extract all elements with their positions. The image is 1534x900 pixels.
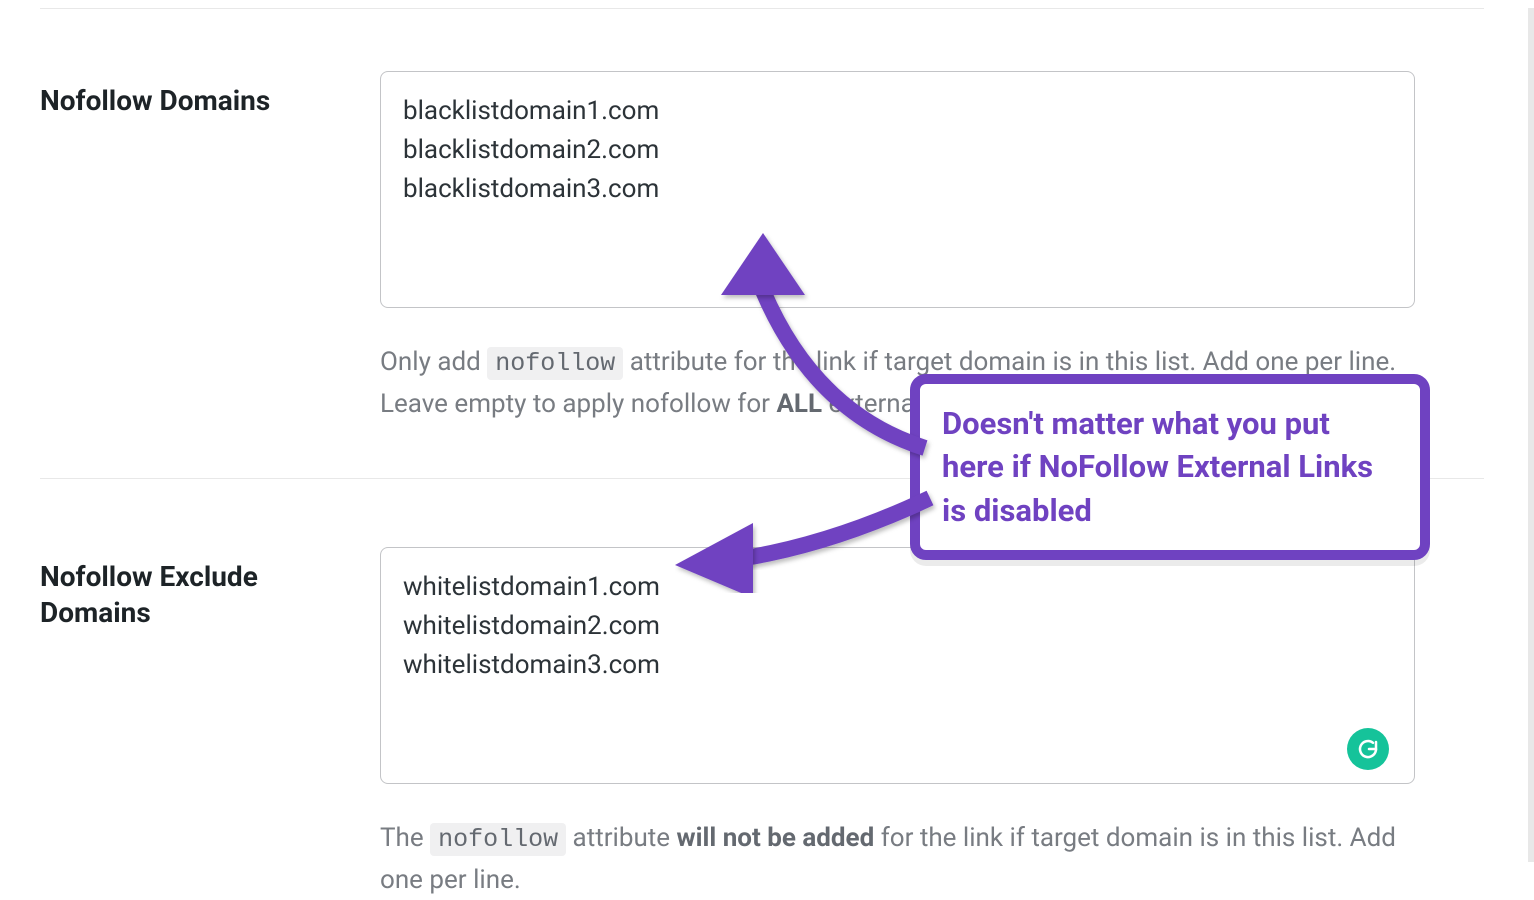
- code-nofollow: nofollow: [487, 347, 623, 380]
- help-text: The: [380, 823, 430, 853]
- help-bold: will not be added: [677, 823, 875, 853]
- help-text: attribute: [566, 823, 676, 853]
- nofollow-domains-textarea[interactable]: [380, 71, 1415, 308]
- help-bold: ALL: [776, 389, 822, 419]
- nofollow-exclude-label: Nofollow Exclude Domains: [40, 559, 340, 632]
- field-col: Only add nofollow attribute for the link…: [380, 71, 1415, 426]
- nofollow-domains-label: Nofollow Domains: [40, 83, 340, 119]
- help-text: Only add: [380, 347, 487, 377]
- nofollow-exclude-help: The nofollow attribute will not be added…: [380, 818, 1415, 900]
- field-label-col: Nofollow Exclude Domains: [40, 547, 340, 900]
- nofollow-exclude-section: Nofollow Exclude Domains The nofollow at…: [0, 547, 1524, 900]
- scrollbar-track[interactable]: [1528, 8, 1534, 862]
- field-label-col: Nofollow Domains: [40, 71, 340, 426]
- code-nofollow: nofollow: [430, 823, 566, 856]
- nofollow-exclude-textarea[interactable]: [380, 547, 1415, 784]
- field-col: The nofollow attribute will not be added…: [380, 547, 1415, 900]
- grammarly-icon[interactable]: [1347, 728, 1389, 770]
- nofollow-domains-section: Nofollow Domains Only add nofollow attri…: [0, 71, 1524, 426]
- annotation-text: Doesn't matter what you put here if NoFo…: [942, 402, 1398, 532]
- annotation-callout: Doesn't matter what you put here if NoFo…: [910, 374, 1430, 560]
- divider: [40, 8, 1484, 9]
